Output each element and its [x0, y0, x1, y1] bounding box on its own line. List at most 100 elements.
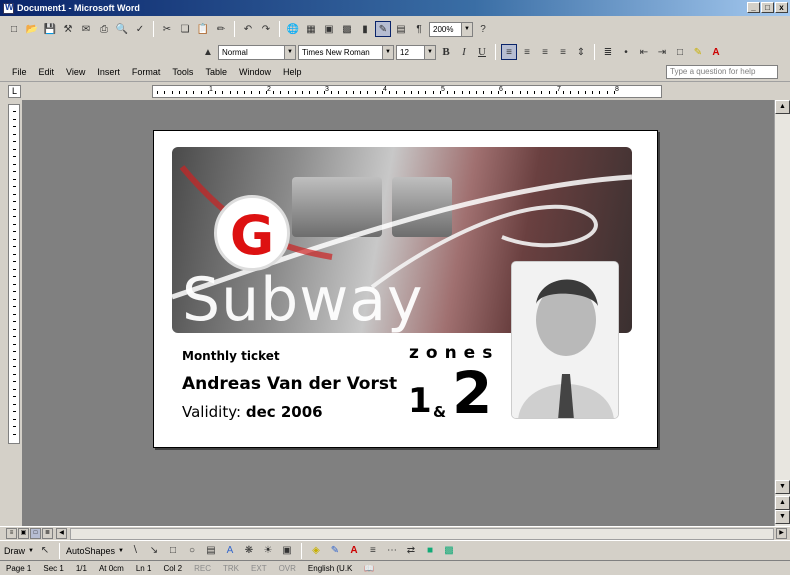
font-color-icon[interactable]: A — [708, 44, 724, 60]
arrow-style-icon[interactable]: ⇄ — [403, 543, 419, 559]
font-combo[interactable]: Times New Roman ▼ — [298, 44, 394, 60]
next-page-icon[interactable]: ▼ — [775, 510, 790, 524]
line-color-icon[interactable]: ✎ — [327, 543, 343, 559]
status-rec[interactable]: REC — [194, 564, 211, 573]
status-ovr[interactable]: OVR — [279, 564, 296, 573]
document-page[interactable]: G Subway Monthly ticket Andreas Van der … — [153, 130, 658, 448]
menu-format[interactable]: Format — [126, 67, 167, 77]
align-right-icon[interactable]: ≡ — [537, 44, 553, 60]
chevron-down-icon[interactable]: ▼ — [424, 45, 435, 59]
restore-button[interactable]: □ — [761, 2, 774, 13]
tables-borders-icon[interactable]: ▦ — [303, 21, 319, 37]
print-icon[interactable]: ⎙ — [96, 21, 112, 37]
vertical-scrollbar[interactable]: ▲ ▼ ▲ ▼ — [774, 100, 790, 526]
open-folder-icon[interactable]: 📂 — [24, 21, 40, 37]
tab-selector[interactable]: L — [8, 85, 21, 98]
italic-button[interactable]: I — [456, 44, 472, 60]
line-icon[interactable]: ∖ — [127, 543, 143, 559]
numbering-icon[interactable]: ≣ — [600, 44, 616, 60]
permission-icon[interactable]: ⚒ — [60, 21, 76, 37]
copy-icon[interactable]: ❏ — [177, 21, 193, 37]
insert-excel-icon[interactable]: ▩ — [339, 21, 355, 37]
zoom-combo[interactable]: 200% ▼ — [429, 21, 473, 37]
menu-insert[interactable]: Insert — [91, 67, 126, 77]
clipart-icon[interactable]: ☀ — [260, 543, 276, 559]
format-painter-icon[interactable]: ✏ — [213, 21, 229, 37]
horizontal-scrollbar[interactable] — [70, 528, 774, 540]
status-language[interactable]: English (U.K — [308, 564, 352, 573]
horizontal-ruler[interactable]: 1 2 3 4 5 6 7 8 — [152, 85, 662, 98]
minimize-button[interactable]: _ — [747, 2, 760, 13]
redo-icon[interactable]: ↷ — [258, 21, 274, 37]
arrow-icon[interactable]: ↘ — [146, 543, 162, 559]
help-icon[interactable]: ? — [475, 21, 491, 37]
columns-icon[interactable]: ▮ — [357, 21, 373, 37]
dash-style-icon[interactable]: ⋯ — [384, 543, 400, 559]
new-document-icon[interactable]: □ — [6, 21, 22, 37]
justify-icon[interactable]: ≡ — [555, 44, 571, 60]
menu-view[interactable]: View — [60, 67, 91, 77]
3d-icon[interactable]: ▩ — [441, 543, 457, 559]
align-left-icon[interactable]: ≡ — [501, 44, 517, 60]
outline-view-icon[interactable]: ≣ — [42, 528, 53, 539]
select-objects-icon[interactable]: ↖ — [37, 543, 53, 559]
decrease-indent-icon[interactable]: ⇤ — [636, 44, 652, 60]
increase-indent-icon[interactable]: ⇥ — [654, 44, 670, 60]
menu-table[interactable]: Table — [199, 67, 233, 77]
chevron-down-icon[interactable]: ▼ — [118, 548, 124, 554]
highlight-icon[interactable]: ✎ — [690, 44, 706, 60]
hyperlink-icon[interactable]: 🌐 — [285, 21, 301, 37]
shadow-icon[interactable]: ■ — [422, 543, 438, 559]
chevron-down-icon[interactable]: ▼ — [284, 45, 295, 59]
print-layout-icon[interactable]: □ — [30, 528, 41, 539]
menu-file[interactable]: File — [6, 67, 33, 77]
menu-edit[interactable]: Edit — [33, 67, 61, 77]
vertical-ruler[interactable] — [8, 104, 20, 444]
scroll-right-icon[interactable]: ▶ — [776, 528, 787, 539]
status-ext[interactable]: EXT — [251, 564, 267, 573]
picture-icon[interactable]: ▣ — [279, 543, 295, 559]
font-size-combo[interactable]: 12 ▼ — [396, 44, 436, 60]
wordart-icon[interactable]: A — [222, 543, 238, 559]
line-spacing-icon[interactable]: ⇕ — [573, 44, 589, 60]
insert-table-icon[interactable]: ▣ — [321, 21, 337, 37]
normal-view-icon[interactable]: ≡ — [6, 528, 17, 539]
chevron-down-icon[interactable]: ▼ — [382, 45, 393, 59]
previous-page-icon[interactable]: ▲ — [775, 496, 790, 510]
drawing-icon[interactable]: ✎ — [375, 21, 391, 37]
bullets-icon[interactable]: • — [618, 44, 634, 60]
document-map-icon[interactable]: ▤ — [393, 21, 409, 37]
oval-icon[interactable]: ○ — [184, 543, 200, 559]
text-box-icon[interactable]: ▤ — [203, 543, 219, 559]
undo-icon[interactable]: ↶ — [240, 21, 256, 37]
spelling-icon[interactable]: ✓ — [132, 21, 148, 37]
chevron-down-icon[interactable]: ▼ — [28, 548, 34, 554]
save-icon[interactable]: 💾 — [42, 21, 58, 37]
autoshapes-menu[interactable]: AutoShapes — [66, 546, 115, 556]
web-layout-icon[interactable]: ▣ — [18, 528, 29, 539]
scroll-down-icon[interactable]: ▼ — [775, 480, 790, 494]
menu-tools[interactable]: Tools — [166, 67, 199, 77]
close-button[interactable]: x — [775, 2, 788, 13]
paste-icon[interactable]: 📋 — [195, 21, 211, 37]
rectangle-icon[interactable]: □ — [165, 543, 181, 559]
scroll-up-icon[interactable]: ▲ — [775, 100, 790, 114]
word-app-icon[interactable] — [3, 2, 14, 14]
font-color-icon[interactable]: A — [346, 543, 362, 559]
line-style-icon[interactable]: ≡ — [365, 543, 381, 559]
fill-color-icon[interactable]: ◈ — [308, 543, 324, 559]
diagram-icon[interactable]: ❋ — [241, 543, 257, 559]
styles-formatting-icon[interactable]: ▲ — [200, 44, 216, 60]
print-preview-icon[interactable]: 🔍 — [114, 21, 130, 37]
style-combo[interactable]: Normal ▼ — [218, 44, 296, 60]
draw-menu[interactable]: Draw — [4, 546, 25, 556]
status-trk[interactable]: TRK — [223, 564, 239, 573]
menu-window[interactable]: Window — [233, 67, 277, 77]
scroll-left-icon[interactable]: ◀ — [56, 528, 67, 539]
show-hide-icon[interactable]: ¶ — [411, 21, 427, 37]
align-center-icon[interactable]: ≡ — [519, 44, 535, 60]
email-icon[interactable]: ✉ — [78, 21, 94, 37]
menu-help[interactable]: Help — [277, 67, 308, 77]
chevron-down-icon[interactable]: ▼ — [461, 22, 472, 36]
cut-icon[interactable]: ✂ — [159, 21, 175, 37]
